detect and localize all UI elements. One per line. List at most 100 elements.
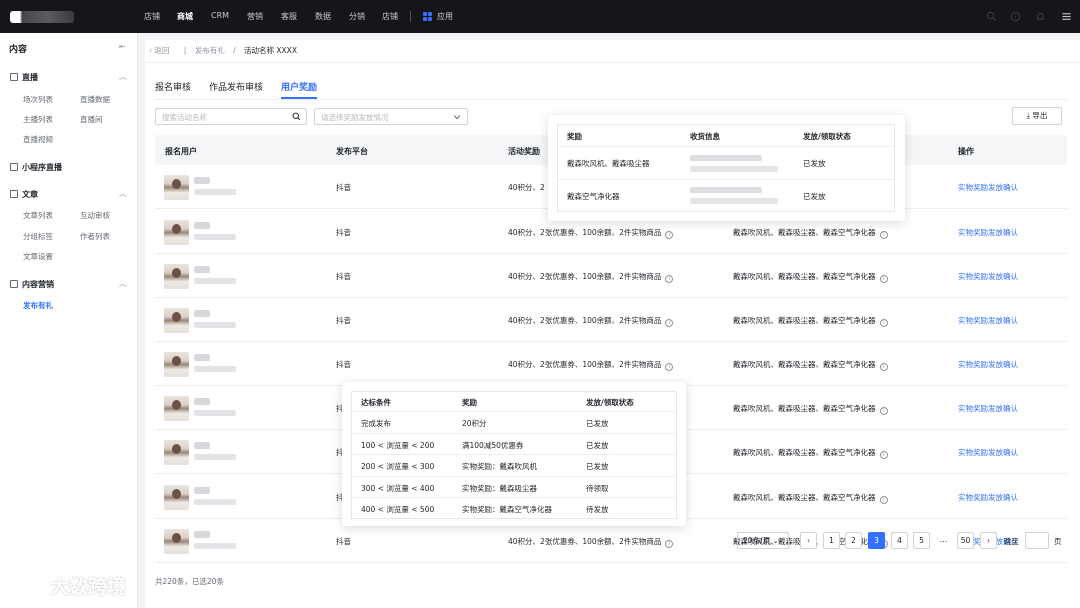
sidebar-group-article[interactable]: 文章 — [10, 189, 38, 200]
page-button[interactable]: 50 — [957, 532, 974, 549]
sidebar-item[interactable]: 作者列表 — [80, 231, 110, 242]
avatar — [164, 396, 189, 421]
info-icon[interactable]: i — [665, 363, 674, 371]
userid-blurred — [194, 543, 236, 549]
avatar — [164, 308, 189, 333]
confirm-physical-reward-link[interactable]: 实物奖励发放确认 — [958, 447, 1018, 458]
info-icon[interactable]: i — [879, 231, 888, 239]
confirm-physical-reward-link[interactable]: 实物奖励发放确认 — [958, 315, 1018, 326]
topnav-item[interactable]: CRM — [211, 11, 229, 20]
info-icon[interactable]: i — [879, 363, 888, 371]
back-link[interactable]: ‹ 返回 — [149, 46, 175, 55]
chevron-up-icon[interactable]: ︿ — [119, 278, 127, 289]
search-input[interactable]: 搜索活动名称 — [155, 108, 307, 125]
jump-page-input[interactable] — [1025, 532, 1049, 549]
topnav-item[interactable]: 分销 — [349, 11, 365, 22]
sidebar-item[interactable]: 直播数据 — [80, 94, 110, 105]
sidebar-item[interactable]: 直播间 — [80, 114, 103, 125]
page-button[interactable]: 5 — [913, 532, 930, 549]
topnav-item[interactable]: 店铺 — [382, 11, 398, 22]
sidebar-item[interactable]: 分组标签 — [23, 231, 53, 242]
article-icon — [10, 190, 18, 198]
reward-status-select[interactable]: 请选择奖励发放情况 — [314, 108, 468, 125]
collapse-sidebar-icon[interactable]: ⇤ — [119, 42, 126, 51]
username-blurred — [194, 487, 210, 494]
reward-cell: 满100减50优惠券 — [462, 440, 524, 450]
table-row: 抖音 40积分、2张优惠券、100余额、2件实物商品i 戴森吹风机、戴森吸尘器、戴森… — [155, 298, 1067, 342]
menu-icon[interactable] — [1061, 11, 1072, 22]
page-button[interactable]: 2 — [845, 532, 862, 549]
sidebar-group-live[interactable]: 直播 — [10, 72, 38, 83]
avatar — [164, 352, 189, 377]
confirm-physical-reward-link[interactable]: 实物奖励发放确认 — [958, 359, 1018, 370]
physical-reward-cell: 戴森吹风机、戴森吸尘器、戴森空气净化器i — [733, 359, 888, 371]
avatar — [164, 220, 189, 245]
username-blurred — [194, 177, 210, 184]
export-button[interactable]: ⤓ 导出 — [1012, 107, 1062, 125]
page-button[interactable]: 1 — [823, 532, 840, 549]
page-button[interactable]: 4 — [891, 532, 908, 549]
confirm-physical-reward-link[interactable]: 实物奖励发放确认 — [958, 271, 1018, 282]
condition-cell: 200 < 浏览量 < 300 — [361, 462, 435, 471]
physical-reward-cell: 戴森吹风机、戴森吸尘器、戴森空气净化器i — [733, 227, 888, 239]
confirm-physical-reward-link[interactable]: 实物奖励发放确认 — [958, 182, 1018, 193]
confirm-physical-reward-link[interactable]: 实物奖励发放确认 — [958, 492, 1018, 503]
avatar — [164, 264, 189, 289]
brand-logo[interactable] — [10, 11, 74, 23]
apps-grid-icon[interactable] — [423, 12, 432, 21]
info-icon[interactable]: i — [665, 319, 674, 327]
sidebar-item[interactable]: 场次列表 — [23, 94, 53, 105]
info-icon[interactable]: i — [665, 231, 674, 239]
topnav-item[interactable]: 营销 — [247, 11, 263, 22]
search-icon[interactable] — [986, 11, 997, 22]
info-icon[interactable]: i — [879, 451, 888, 459]
popover-row: 300 < 浏览量 < 400 实物奖励：戴森吸尘器 待领取 — [352, 477, 676, 498]
prev-page-button[interactable]: ‹ — [800, 532, 817, 549]
info-icon[interactable]: i — [879, 407, 888, 415]
breadcrumb: ‹ 返回 | 发布有礼 / 活动名称 XXXX — [149, 45, 303, 56]
info-icon[interactable]: i — [665, 540, 674, 548]
column-header: 奖励 — [462, 398, 477, 407]
confirm-physical-reward-link[interactable]: 实物奖励发放确认 — [958, 403, 1018, 414]
help-icon[interactable]: ? — [1010, 11, 1021, 22]
physical-reward-cell: 戴森吹风机、戴森吸尘器、戴森空气净化器i — [733, 403, 888, 415]
topnav-item[interactable]: 数据 — [315, 11, 331, 22]
info-icon[interactable]: i — [879, 319, 888, 327]
breadcrumb-parent[interactable]: 发布有礼 — [195, 46, 225, 55]
page-size-select[interactable]: 20条/页 ⌄ — [737, 532, 789, 549]
sidebar-item[interactable]: 直播视频 — [23, 134, 53, 145]
sidebar-group-miniapp-live[interactable]: 小程序直播 — [10, 162, 62, 173]
topnav-item[interactable]: 客服 — [281, 11, 297, 22]
search-icon[interactable] — [292, 112, 301, 121]
tab-work-review[interactable]: 作品发布审核 — [209, 80, 263, 93]
sidebar-item-active[interactable]: 发布有礼 — [23, 300, 53, 311]
page-ellipsis[interactable]: … — [935, 532, 952, 549]
sidebar-item[interactable]: 文章设置 — [23, 251, 53, 262]
page-button-current[interactable]: 3 — [868, 532, 885, 549]
chevron-up-icon[interactable]: ︿ — [119, 71, 127, 82]
sidebar-item[interactable]: 文章列表 — [23, 210, 53, 221]
tab-signup-review[interactable]: 报名审核 — [155, 80, 191, 93]
column-header: 发放/领取状态 — [586, 398, 634, 407]
userid-blurred — [194, 234, 236, 240]
apps-label[interactable]: 应用 — [437, 11, 453, 22]
info-icon[interactable]: i — [665, 275, 674, 283]
sidebar-item[interactable]: 互动审核 — [80, 210, 110, 221]
platform-cell: 抖音 — [336, 537, 351, 546]
topnav-item[interactable]: 店铺 — [144, 11, 160, 22]
bell-icon[interactable] — [1035, 11, 1046, 22]
reward-cell: 戴森空气净化器 — [567, 192, 620, 201]
info-icon[interactable]: i — [879, 275, 888, 283]
confirm-physical-reward-link[interactable]: 实物奖励发放确认 — [958, 227, 1018, 238]
sidebar-group-content-marketing[interactable]: 内容营销 — [10, 279, 54, 290]
sidebar-item[interactable]: 主播列表 — [23, 114, 53, 125]
status-cell: 待发放 — [586, 505, 609, 514]
table-row: 抖音 40积分、2张优惠券、100余额、2件实物商品i 戴森吹风机、戴森吸尘器、戴森… — [155, 254, 1067, 298]
info-icon[interactable]: i — [879, 496, 888, 504]
topnav-item-active[interactable]: 商城 — [177, 11, 193, 22]
chevron-up-icon[interactable]: ︿ — [119, 188, 127, 199]
table-row: 抖音 40积分、2张优惠券、100余额、2件实物商品i 戴森吹风机、戴森吸尘器、戴森… — [155, 342, 1067, 386]
next-page-button[interactable]: › — [980, 532, 997, 549]
tab-user-reward[interactable]: 用户奖励 — [281, 80, 317, 93]
divider — [145, 62, 1080, 63]
